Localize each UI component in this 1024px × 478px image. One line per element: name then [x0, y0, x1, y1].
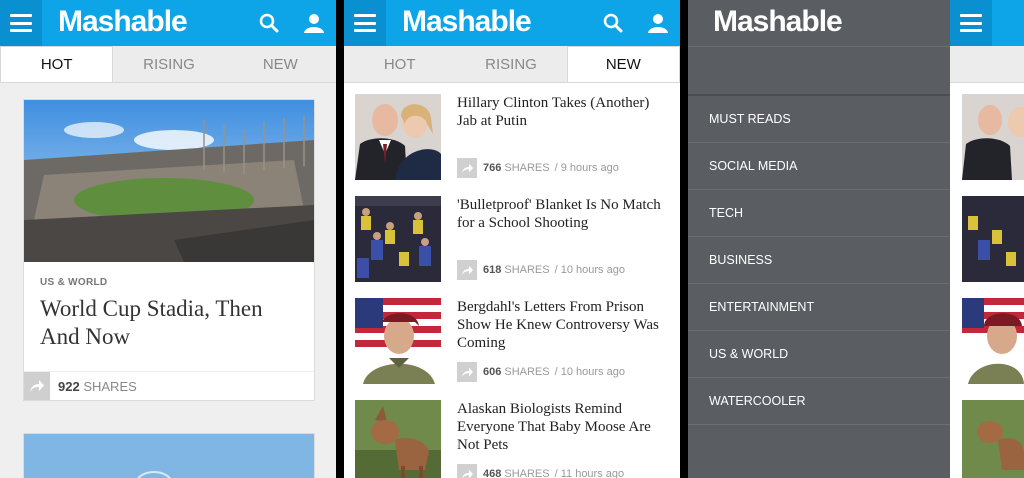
- tab-new[interactable]: NEW: [225, 46, 336, 82]
- list-item[interactable]: Bergdahl's Letters From Prison Show He K…: [354, 298, 674, 386]
- share-number: 766: [483, 162, 502, 174]
- app-header: [950, 0, 1024, 46]
- nav-item-us-world[interactable]: US & WORLD: [688, 331, 950, 378]
- logo: Mashable: [58, 5, 188, 38]
- tab-hot[interactable]: HOT: [344, 46, 455, 82]
- user-icon[interactable]: [303, 12, 325, 34]
- article-thumbnail[interactable]: [962, 400, 1024, 478]
- list-item[interactable]: Hillary Clinton Takes (Another) Jab at P…: [354, 94, 674, 182]
- story-category: US & WORLD: [40, 277, 108, 288]
- article-time: / 11 hours ago: [554, 468, 625, 478]
- logo[interactable]: Mashable: [713, 5, 843, 39]
- feed-tabs: HOT RISING NEW: [0, 46, 336, 83]
- share-label: SHARES: [504, 366, 550, 378]
- feed-tabs: [950, 46, 1024, 83]
- search-icon[interactable]: [602, 12, 624, 34]
- share-arrow-icon: [30, 380, 44, 392]
- share-number: 618: [483, 264, 502, 276]
- article-title[interactable]: Alaskan Biologists Remind Everyone That …: [457, 400, 667, 454]
- share-button[interactable]: [457, 260, 477, 280]
- tab-hot[interactable]: HOT: [0, 46, 114, 82]
- nav-item-social-media[interactable]: SOCIAL MEDIA: [688, 143, 950, 190]
- list-item[interactable]: 'Bulletproof' Blanket Is No Match for a …: [354, 196, 674, 284]
- share-button[interactable]: [457, 158, 477, 178]
- share-label: SHARES: [504, 264, 550, 276]
- tab-rising[interactable]: RISING: [455, 46, 566, 82]
- share-number: 468: [483, 468, 502, 478]
- share-arrow-icon: [461, 163, 473, 173]
- story-card[interactable]: US & WORLD World Cup Stadia, Then And No…: [23, 99, 315, 401]
- nav-item-entertainment[interactable]: ENTERTAINMENT: [688, 284, 950, 331]
- nav-item-business[interactable]: BUSINESS: [688, 237, 950, 284]
- story-image: [24, 100, 314, 262]
- article-title[interactable]: Hillary Clinton Takes (Another) Jab at P…: [457, 94, 667, 130]
- user-icon[interactable]: [647, 12, 669, 34]
- story-footer: 922 SHARES: [24, 371, 314, 400]
- list-item[interactable]: Alaskan Biologists Remind Everyone That …: [354, 400, 674, 478]
- article-title[interactable]: Bergdahl's Letters From Prison Show He K…: [457, 298, 667, 352]
- hamburger-icon: [354, 14, 376, 32]
- hamburger-icon: [10, 14, 32, 32]
- tab-new[interactable]: NEW: [566, 46, 680, 82]
- nav-item-tech[interactable]: TECH: [688, 190, 950, 237]
- article-thumbnail[interactable]: [962, 298, 1024, 384]
- drawer-header: Mashable: [688, 0, 950, 47]
- app-header: Mashable: [344, 0, 680, 46]
- share-count: 922 SHARES: [58, 379, 137, 394]
- article-thumbnail: [355, 298, 441, 384]
- article-meta: 618 SHARES / 10 hours ago: [457, 260, 625, 280]
- nav-item-must-reads[interactable]: MUST READS: [688, 96, 950, 143]
- article-time: / 10 hours ago: [554, 366, 625, 378]
- hamburger-icon: [960, 14, 982, 32]
- story-card-next[interactable]: [23, 433, 315, 478]
- share-label: SHARES: [504, 162, 550, 174]
- article-thumbnail: [355, 196, 441, 282]
- share-button[interactable]: [457, 362, 477, 382]
- app-header: Mashable: [0, 0, 336, 46]
- menu-button[interactable]: [344, 0, 386, 46]
- share-label: SHARES: [83, 379, 137, 394]
- share-arrow-icon: [461, 367, 473, 377]
- share-arrow-icon: [461, 265, 473, 275]
- article-thumbnail: [355, 400, 441, 478]
- panel-nav-drawer: Mashable MUST READS SOCIAL MEDIA TECH BU…: [688, 0, 950, 478]
- share-arrow-icon: [461, 469, 473, 478]
- search-icon[interactable]: [258, 12, 280, 34]
- article-meta: 606 SHARES / 10 hours ago: [457, 362, 625, 382]
- panel-feed-partial: [950, 0, 1024, 478]
- share-label: SHARES: [504, 468, 550, 478]
- feed-tabs: HOT RISING NEW: [344, 46, 680, 83]
- drawer-spacer: [688, 46, 950, 96]
- menu-button[interactable]: [950, 0, 992, 46]
- menu-button[interactable]: [0, 0, 42, 46]
- share-button[interactable]: [457, 464, 477, 478]
- article-meta: 468 SHARES / 11 hours ago: [457, 464, 624, 478]
- article-time: / 9 hours ago: [554, 162, 619, 174]
- article-title[interactable]: 'Bulletproof' Blanket Is No Match for a …: [457, 196, 667, 232]
- share-number: 922: [58, 379, 80, 394]
- article-thumbnail[interactable]: [962, 94, 1024, 180]
- article-thumbnail[interactable]: [962, 196, 1024, 282]
- panel-new-feed: Mashable HOT RISING NEW Hillary Clinton …: [344, 0, 680, 478]
- panel-hot-feed: Mashable HOT RISING NEW US & WORLD World…: [0, 0, 336, 478]
- story-title[interactable]: World Cup Stadia, Then And Now: [40, 295, 300, 351]
- nav-item-watercooler[interactable]: WATERCOOLER: [688, 378, 950, 425]
- article-time: / 10 hours ago: [554, 264, 625, 276]
- logo: Mashable: [402, 5, 532, 38]
- drawer-nav: MUST READS SOCIAL MEDIA TECH BUSINESS EN…: [688, 96, 950, 425]
- tab-rising[interactable]: RISING: [113, 46, 224, 82]
- article-thumbnail: [355, 94, 441, 180]
- article-meta: 766 SHARES / 9 hours ago: [457, 158, 619, 178]
- share-button[interactable]: [24, 372, 50, 400]
- share-number: 606: [483, 366, 502, 378]
